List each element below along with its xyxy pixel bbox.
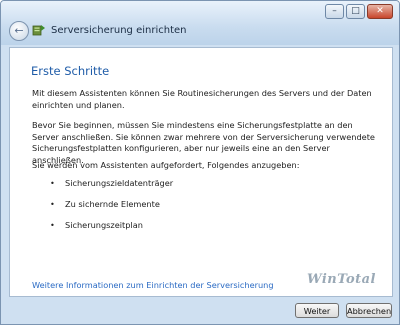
page-heading: Erste Schritte bbox=[31, 64, 110, 78]
step-label: Sicherungszieldatenträger bbox=[65, 178, 174, 188]
more-info-link[interactable]: Weitere Informationen zum Einrichten der… bbox=[32, 280, 274, 290]
bullet-icon: • bbox=[50, 220, 55, 230]
prompt-paragraph: Sie werden vom Assistenten aufgefordert,… bbox=[32, 160, 300, 170]
step-label: Zu sichernde Elemente bbox=[65, 199, 160, 209]
wizard-content: Erste Schritte Mit diesem Assistenten kö… bbox=[9, 47, 393, 297]
window-title: Serversicherung einrichten bbox=[51, 25, 187, 36]
step-list: • Sicherungszieldatenträger • Zu sichern… bbox=[50, 178, 173, 241]
step-label: Sicherungszeitplan bbox=[65, 220, 143, 230]
back-button[interactable]: ← bbox=[9, 21, 29, 41]
list-item: • Sicherungszieldatenträger bbox=[50, 178, 173, 199]
bullet-icon: • bbox=[50, 178, 55, 188]
caption-buttons: – □ ✕ bbox=[325, 4, 393, 19]
close-button[interactable]: ✕ bbox=[367, 4, 393, 19]
list-item: • Sicherungszeitplan bbox=[50, 220, 173, 241]
minimize-button[interactable]: – bbox=[325, 4, 344, 19]
maximize-button[interactable]: □ bbox=[346, 4, 365, 19]
bullet-icon: • bbox=[50, 199, 55, 209]
next-button[interactable]: Weiter bbox=[295, 303, 339, 318]
watermark-logo: WinTotal bbox=[307, 272, 376, 287]
list-item: • Zu sichernde Elemente bbox=[50, 199, 173, 220]
server-backup-icon bbox=[32, 25, 45, 36]
intro-paragraph: Mit diesem Assistenten können Sie Routin… bbox=[32, 88, 372, 110]
title-bar: – □ ✕ ← Serversicherung einrichten bbox=[1, 1, 399, 45]
cancel-button[interactable]: Abbrechen bbox=[346, 303, 392, 318]
back-arrow-icon: ← bbox=[14, 24, 24, 37]
wizard-window: – □ ✕ ← Serversicherung einrichten Erste… bbox=[0, 0, 400, 325]
